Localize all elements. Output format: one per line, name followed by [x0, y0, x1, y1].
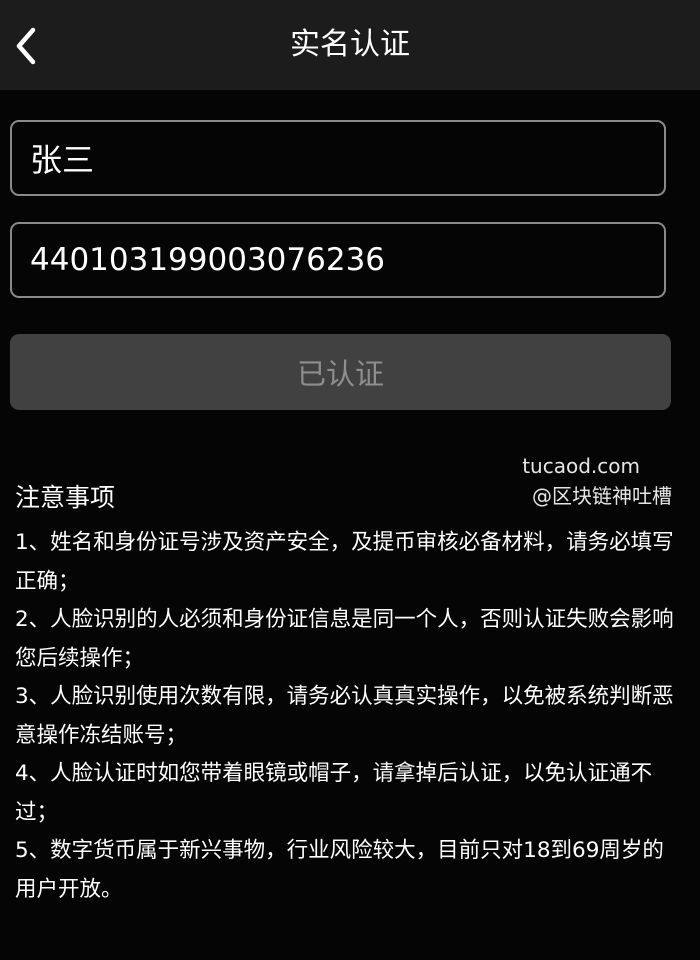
name-input[interactable]: [12, 122, 664, 194]
note-item: 5、数字货币属于新兴事物，行业风险较大，目前只对18到69周岁的用户开放。: [15, 838, 664, 902]
notes-list: 1、姓名和身份证号涉及资产安全，及提币审核必备材料，请务必填写正确； 2、人脸识…: [15, 524, 675, 909]
name-field[interactable]: [10, 120, 666, 196]
note-item: 4、人脸认证时如您带着眼镜或帽子，请拿掉后认证，以免认证通不过；: [15, 761, 653, 825]
navigation-bar: 实名认证: [0, 0, 700, 90]
watermark-site: tucaod.com: [522, 454, 640, 478]
watermark-handle: @区块链神吐槽: [532, 484, 672, 508]
id-number-field[interactable]: [10, 222, 666, 298]
verified-button[interactable]: 已认证: [10, 334, 671, 410]
note-item: 3、人脸识别使用次数有限，请务必认真真实操作，以免被系统判断恶意操作冻结账号；: [15, 684, 674, 748]
note-item: 2、人脸识别的人必须和身份证信息是同一个人，否则认证失败会影响您后续操作；: [15, 607, 674, 671]
id-number-input[interactable]: [12, 224, 664, 296]
notes-title: 注意事项: [15, 483, 116, 512]
note-item: 1、姓名和身份证号涉及资产安全，及提币审核必备材料，请务必填写正确；: [15, 530, 674, 594]
page-title: 实名认证: [290, 27, 410, 62]
